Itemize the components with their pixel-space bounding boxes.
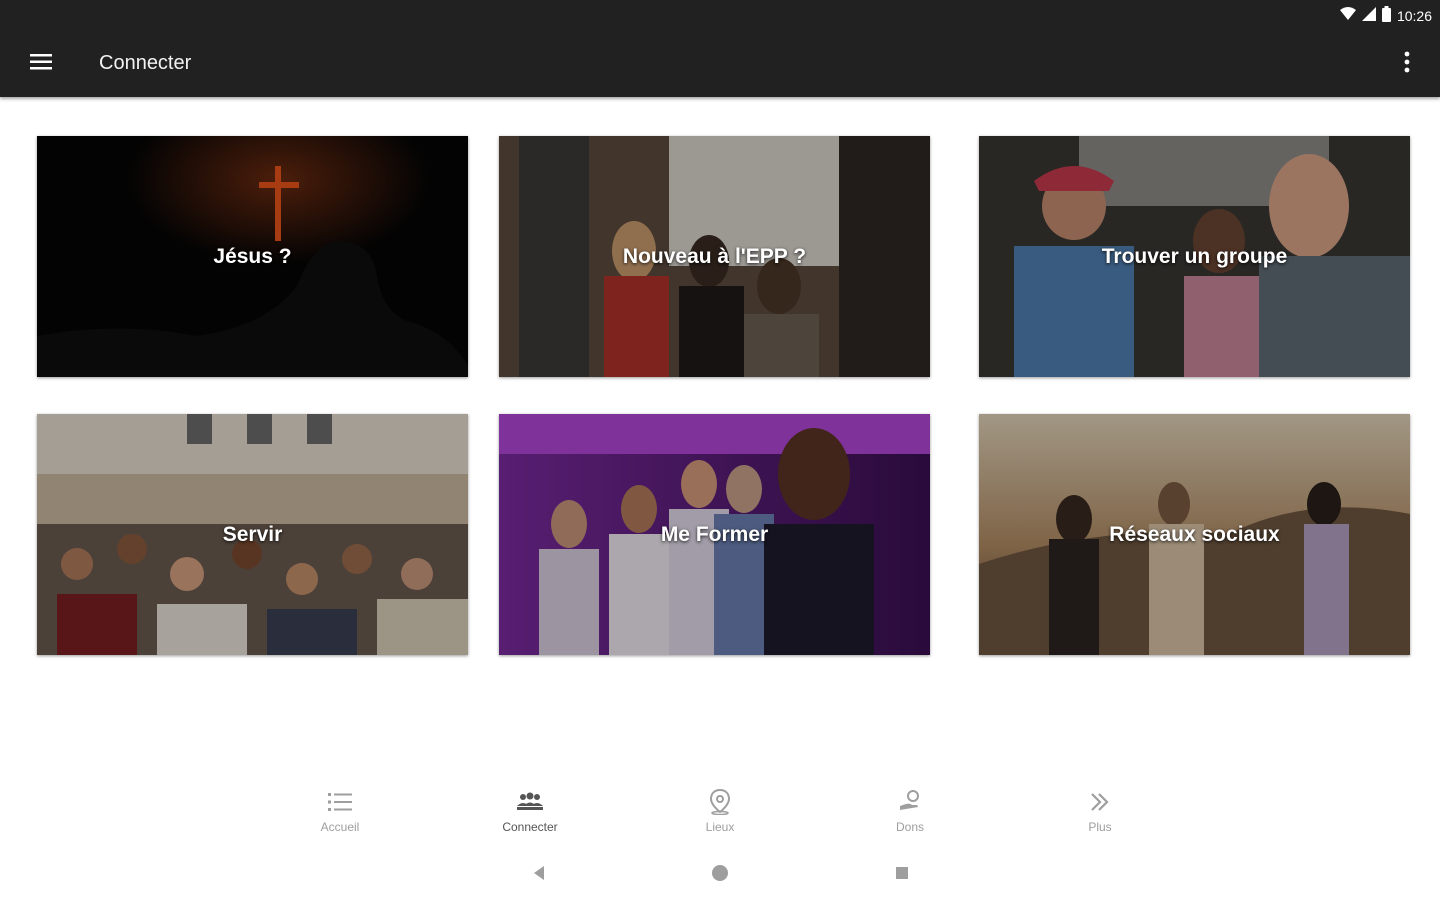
- nav-item-lieux[interactable]: Lieux: [625, 788, 815, 844]
- location-pin-icon: [706, 788, 734, 816]
- recents-button[interactable]: [890, 863, 914, 887]
- nav-label: Connecter: [502, 820, 558, 834]
- nav-label: Plus: [1088, 820, 1112, 834]
- system-navigation-bar: [0, 855, 1440, 895]
- back-triangle-icon: [532, 865, 546, 886]
- recents-square-icon: [895, 866, 909, 885]
- wifi-icon: [1339, 7, 1356, 24]
- nav-label: Accueil: [320, 820, 360, 834]
- battery-icon: [1381, 6, 1391, 25]
- tile-label: Trouver un groupe: [1101, 244, 1288, 268]
- home-circle-icon: [710, 863, 730, 888]
- double-chevron-right-icon: [1086, 788, 1114, 816]
- back-button[interactable]: [527, 863, 551, 887]
- app-bar: Connecter: [0, 30, 1440, 97]
- tile-servir[interactable]: Servir: [37, 414, 468, 655]
- people-group-icon: [516, 788, 544, 816]
- clock-text: 10:26: [1396, 7, 1432, 24]
- status-indicators: 10:26: [1339, 6, 1432, 25]
- tile-former[interactable]: Me Former: [499, 414, 930, 655]
- tile-label: Jésus ?: [213, 244, 292, 268]
- nav-label: Lieux: [705, 820, 735, 834]
- tile-reseaux[interactable]: Réseaux sociaux: [979, 414, 1410, 655]
- tile-jesus[interactable]: Jésus ?: [37, 136, 468, 377]
- bottom-navigation: Accueil Connecter Lieux Dons Plus: [245, 788, 1195, 844]
- nav-item-connecter[interactable]: Connecter: [435, 788, 625, 844]
- tile-label: Me Former: [660, 522, 769, 546]
- donate-hand-icon: [896, 788, 924, 816]
- tile-nouveau[interactable]: Nouveau à l'EPP ?: [499, 136, 930, 377]
- more-options-button[interactable]: [1392, 48, 1422, 80]
- home-button[interactable]: [708, 863, 732, 887]
- page-title: Connecter: [99, 52, 192, 74]
- tile-label: Réseaux sociaux: [1109, 522, 1280, 546]
- nav-item-plus[interactable]: Plus: [1005, 788, 1195, 844]
- signal-icon: [1361, 7, 1376, 24]
- nav-item-dons[interactable]: Dons: [815, 788, 1005, 844]
- list-icon: [326, 788, 354, 816]
- more-vertical-icon: [1404, 51, 1410, 78]
- tile-groupe[interactable]: Trouver un groupe: [979, 136, 1410, 377]
- nav-item-accueil[interactable]: Accueil: [245, 788, 435, 844]
- status-bar: 10:26: [0, 0, 1440, 30]
- menu-button[interactable]: [24, 48, 58, 80]
- tile-label: Servir: [222, 522, 283, 546]
- hamburger-menu-icon: [30, 53, 52, 76]
- tile-label: Nouveau à l'EPP ?: [622, 244, 807, 268]
- nav-label: Dons: [895, 820, 924, 834]
